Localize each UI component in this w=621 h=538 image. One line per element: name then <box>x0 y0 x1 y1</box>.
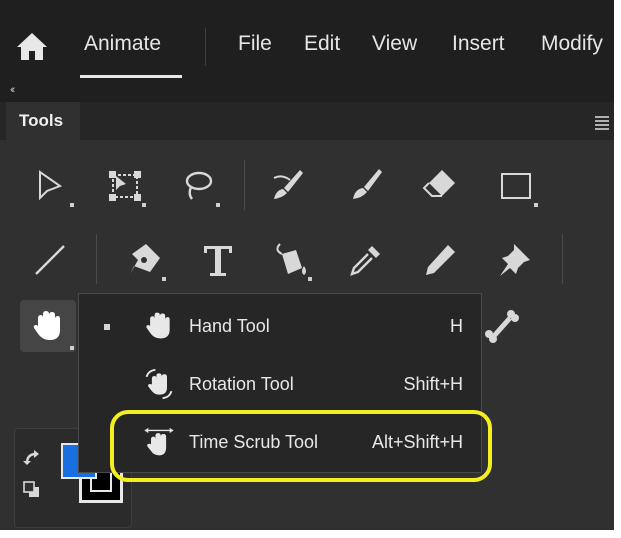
eyedropper-tool-icon[interactable] <box>346 240 386 280</box>
rotation-hand-icon <box>143 368 175 405</box>
home-icon[interactable] <box>14 30 50 62</box>
submenu-indicator <box>534 203 538 207</box>
pin-tool-icon[interactable] <box>494 240 534 280</box>
panel-title: Tools <box>19 111 64 130</box>
brush-tool-icon[interactable] <box>268 164 308 204</box>
rectangle-tool-icon[interactable] <box>496 166 538 207</box>
lasso-tool-icon[interactable] <box>178 166 220 207</box>
hand-icon <box>143 310 175 347</box>
paint-brush-tool-icon[interactable] <box>346 164 386 204</box>
menu-view[interactable]: View <box>372 32 417 56</box>
flyout-item-shortcut: Shift+H <box>403 374 463 394</box>
swap-colors-icon[interactable] <box>23 449 41 467</box>
menubar-separator <box>205 28 206 66</box>
menu-edit[interactable]: Edit <box>304 32 340 56</box>
menu-modify[interactable]: Modify <box>541 32 603 56</box>
selection-tool-icon[interactable] <box>32 166 74 207</box>
submenu-indicator <box>162 277 166 281</box>
line-tool-icon[interactable] <box>30 240 70 280</box>
tools-panel-header: Tools <box>0 102 614 140</box>
menubar: Animate File Edit View Insert Modify <box>0 0 614 82</box>
eraser-tool-icon[interactable] <box>420 164 460 204</box>
highlight-annotation <box>110 410 492 482</box>
tools-panel-tab[interactable]: Tools <box>6 102 80 140</box>
submenu-indicator <box>308 277 312 281</box>
app-title-underline <box>80 75 182 78</box>
app-title[interactable]: Animate <box>84 32 161 56</box>
submenu-indicator <box>142 203 146 207</box>
flyout-item-label: Rotation Tool <box>189 374 294 394</box>
paint-bucket-tool-icon[interactable] <box>270 240 312 281</box>
collapse-chevron-icon[interactable]: ‹‹ <box>10 84 16 96</box>
flyout-item-rotation-tool[interactable]: Rotation Tool Shift+H <box>79 356 481 414</box>
menu-file[interactable]: File <box>238 32 272 56</box>
panel-collapse-strip: ‹‹ <box>0 82 614 102</box>
animate-window: Animate File Edit View Insert Modify ‹‹ … <box>0 0 614 530</box>
default-colors-icon[interactable] <box>23 481 41 499</box>
free-transform-tool-icon[interactable] <box>104 166 146 207</box>
flyout-item-shortcut: H <box>450 316 463 336</box>
toolbar-separator <box>562 234 563 284</box>
submenu-indicator <box>216 203 220 207</box>
pen-tool-icon[interactable] <box>124 240 166 281</box>
submenu-indicator <box>70 203 74 207</box>
flyout-item-hand-tool[interactable]: Hand Tool H <box>79 298 481 356</box>
toolbar-separator <box>244 160 245 210</box>
toolbar-separator <box>96 234 97 284</box>
submenu-indicator <box>70 346 74 350</box>
pencil-tool-icon[interactable] <box>420 240 460 280</box>
text-tool-icon[interactable] <box>198 240 238 280</box>
hand-icon <box>33 311 60 340</box>
flyout-item-label: Hand Tool <box>189 316 270 336</box>
hand-tool-button[interactable] <box>20 300 76 352</box>
selected-indicator <box>104 324 110 330</box>
menu-insert[interactable]: Insert <box>452 32 505 56</box>
bone-tool-icon[interactable] <box>482 306 522 346</box>
panel-menu-icon[interactable] <box>595 116 609 132</box>
